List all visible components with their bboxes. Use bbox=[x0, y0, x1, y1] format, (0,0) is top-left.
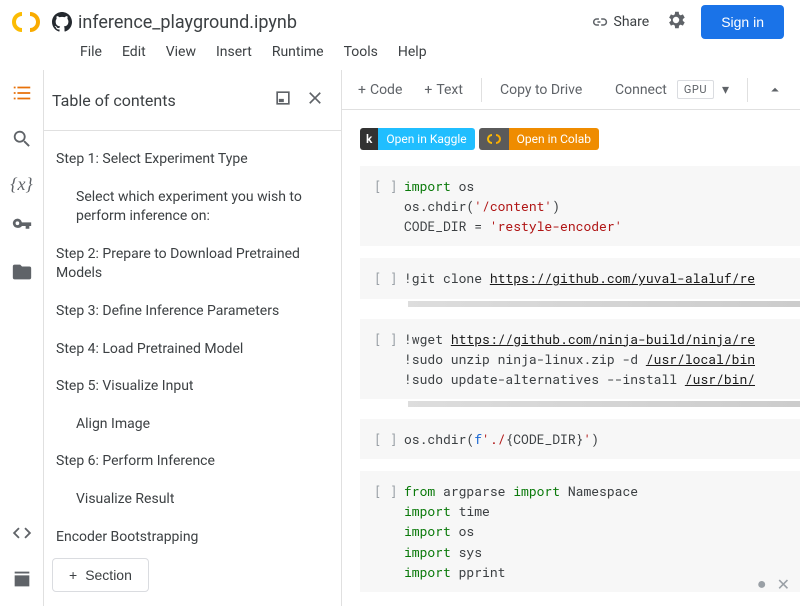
menu-view[interactable]: View bbox=[158, 40, 204, 64]
toc-item[interactable]: Select which experiment you wish to perf… bbox=[52, 179, 333, 236]
scroll-indicator bbox=[408, 401, 800, 407]
code-content: os.chdir(f'./{CODE_DIR}') bbox=[404, 429, 599, 449]
colab-logo bbox=[8, 10, 44, 34]
variables-rail-icon[interactable]: {x} bbox=[10, 174, 32, 195]
chevron-down-icon: ▾ bbox=[722, 82, 729, 98]
menu-file[interactable]: File bbox=[72, 40, 110, 64]
open-in-colab-badge[interactable]: Open in Colab bbox=[479, 128, 599, 150]
toc-item[interactable]: Visualize Result bbox=[52, 481, 333, 519]
share-button[interactable]: Share bbox=[580, 7, 660, 37]
toc-item[interactable]: Step 6: Perform Inference bbox=[52, 443, 333, 481]
toc-item[interactable]: Step 3: Define Inference Parameters bbox=[52, 293, 333, 331]
code-cell[interactable]: [ ] from argparse import Namespace impor… bbox=[360, 471, 800, 592]
code-cell[interactable]: [ ] import os os.chdir('/content') CODE_… bbox=[360, 166, 800, 246]
terminal-rail-icon[interactable] bbox=[11, 568, 33, 594]
popout-icon[interactable] bbox=[267, 84, 299, 116]
share-label: Share bbox=[614, 14, 650, 30]
copy-to-drive-button[interactable]: Copy to Drive bbox=[490, 76, 592, 104]
section-label: Section bbox=[85, 567, 132, 583]
search-rail-icon[interactable] bbox=[11, 128, 33, 154]
secrets-rail-icon[interactable] bbox=[11, 215, 33, 241]
connect-button[interactable]: Connect GPU ▾ bbox=[605, 74, 739, 105]
close-icon[interactable] bbox=[299, 84, 331, 116]
toc-item[interactable]: Step 2: Prepare to Download Pretrained M… bbox=[52, 236, 333, 293]
add-text-button[interactable]: +Text bbox=[414, 76, 473, 104]
menu-insert[interactable]: Insert bbox=[208, 40, 260, 64]
menu-tools[interactable]: Tools bbox=[336, 40, 386, 64]
menu-runtime[interactable]: Runtime bbox=[264, 40, 332, 64]
menu-edit[interactable]: Edit bbox=[114, 40, 154, 64]
toc-item[interactable]: Align Image bbox=[52, 406, 333, 444]
cell-prompt: [ ] bbox=[364, 481, 404, 582]
code-content: !wget https://github.com/ninja-build/nin… bbox=[404, 329, 755, 389]
toc-rail-icon[interactable] bbox=[11, 82, 33, 108]
close-footer-icon[interactable]: ✕ bbox=[777, 575, 790, 594]
code-content: !git clone https://github.com/yuval-alal… bbox=[404, 268, 755, 288]
gpu-badge: GPU bbox=[677, 80, 714, 99]
scroll-indicator bbox=[408, 301, 800, 307]
toc-title: Table of contents bbox=[52, 91, 267, 110]
plus-icon: + bbox=[358, 82, 366, 98]
files-rail-icon[interactable] bbox=[11, 261, 33, 287]
cell-prompt: [ ] bbox=[364, 429, 404, 449]
status-dot-icon: ● bbox=[757, 574, 767, 594]
toc-item[interactable]: Step 4: Load Pretrained Model bbox=[52, 331, 333, 369]
toc-item[interactable]: Step 5: Visualize Input bbox=[52, 368, 333, 406]
toc-list: Step 1: Select Experiment TypeSelect whi… bbox=[44, 131, 341, 552]
notebook-title: inference_playground.ipynb bbox=[78, 12, 297, 33]
code-cell[interactable]: [ ] os.chdir(f'./{CODE_DIR}') bbox=[360, 419, 800, 459]
code-cell[interactable]: [ ] !wget https://github.com/ninja-build… bbox=[360, 319, 800, 399]
cell-prompt: [ ] bbox=[364, 329, 404, 389]
menu-bar: File Edit View Insert Runtime Tools Help bbox=[0, 40, 800, 70]
code-cell[interactable]: [ ] !git clone https://github.com/yuval-… bbox=[360, 258, 800, 298]
link-icon bbox=[590, 13, 608, 31]
gear-icon bbox=[665, 9, 687, 31]
plus-icon: + bbox=[69, 567, 77, 583]
open-in-kaggle-badge[interactable]: kOpen in Kaggle bbox=[360, 128, 475, 150]
toc-item[interactable]: Step 1: Select Experiment Type bbox=[52, 141, 333, 179]
github-icon bbox=[52, 12, 72, 32]
menu-help[interactable]: Help bbox=[390, 40, 435, 64]
add-section-button[interactable]: + Section bbox=[52, 558, 149, 592]
settings-button[interactable] bbox=[659, 3, 693, 41]
add-code-button[interactable]: +Code bbox=[348, 76, 412, 104]
signin-button[interactable]: Sign in bbox=[701, 5, 784, 39]
chevron-up-icon bbox=[766, 81, 784, 99]
code-content: import os os.chdir('/content') CODE_DIR … bbox=[404, 176, 622, 236]
toc-item[interactable]: Encoder Bootstrapping bbox=[52, 519, 333, 552]
plus-icon: + bbox=[424, 82, 432, 98]
cell-prompt: [ ] bbox=[364, 176, 404, 236]
cell-prompt: [ ] bbox=[364, 268, 404, 288]
code-rail-icon[interactable] bbox=[11, 522, 33, 548]
collapse-button[interactable] bbox=[756, 75, 794, 105]
code-content: from argparse import Namespace import ti… bbox=[404, 481, 638, 582]
